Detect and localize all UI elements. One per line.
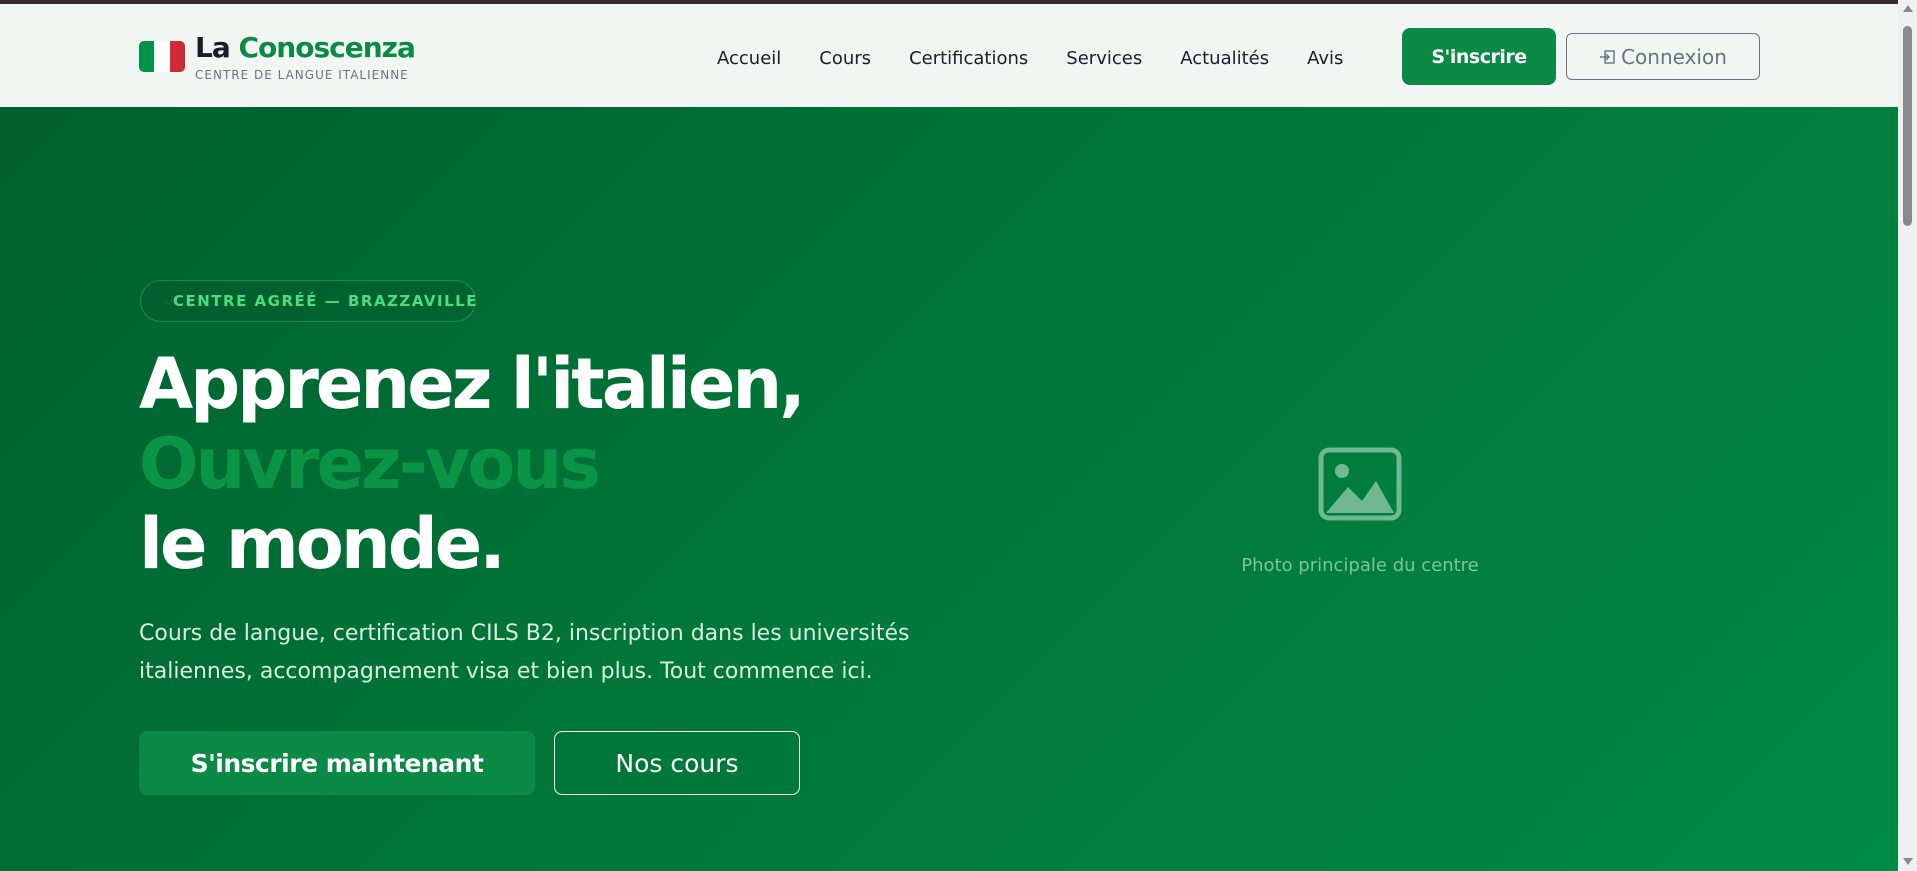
brand-logo[interactable]: La Conoscenza CENTRE DE LANGUE ITALIENNE (139, 30, 416, 82)
nav-item-avis[interactable]: Avis (1307, 47, 1343, 71)
nav-item-cours[interactable]: Cours (819, 47, 871, 71)
badge-label: CENTRE AGRÉÉ — BRAZZAVILLE (173, 292, 478, 310)
signup-now-button[interactable]: S'inscrire maintenant (139, 731, 535, 795)
headline-line-2: Ouvrez-vous (139, 423, 601, 505)
accreditation-badge: CENTRE AGRÉÉ — BRAZZAVILLE (140, 280, 476, 322)
brand-text: La Conoscenza CENTRE DE LANGUE ITALIENNE (195, 30, 416, 82)
photo-caption: Photo principale du centre (1241, 555, 1479, 576)
brand-name-part1: La (195, 31, 231, 64)
brand-name-part2: Conoscenza (238, 31, 416, 64)
brand-name: La Conoscenza (195, 30, 416, 66)
login-icon (1600, 49, 1615, 64)
brand-subtitle: CENTRE DE LANGUE ITALIENNE (195, 68, 409, 82)
nav-item-services[interactable]: Services (1066, 47, 1142, 71)
scroll-up-icon[interactable] (1903, 5, 1913, 12)
main-nav: Accueil Cours Certifications Services Ac… (717, 47, 1381, 71)
scrollbar-thumb[interactable] (1903, 26, 1912, 226)
headline-line-3: le monde. (139, 503, 506, 585)
italy-flag-icon (139, 41, 185, 72)
scroll-down-icon[interactable] (1903, 858, 1913, 865)
login-label: Connexion (1621, 44, 1727, 69)
nav-item-accueil[interactable]: Accueil (717, 47, 781, 71)
hero-section: CENTRE AGRÉÉ — BRAZZAVILLE Apprenez l'it… (0, 107, 1898, 871)
signup-button[interactable]: S'inscrire (1402, 28, 1556, 85)
our-courses-button[interactable]: Nos cours (554, 731, 800, 795)
page-scrollbar[interactable] (1898, 0, 1917, 871)
login-button[interactable]: Connexion (1566, 33, 1760, 80)
site-header: La Conoscenza CENTRE DE LANGUE ITALIENNE… (0, 4, 1898, 107)
hero-lead-text: Cours de langue, certification CILS B2, … (139, 621, 910, 684)
nav-item-certifications[interactable]: Certifications (909, 47, 1028, 71)
nav-item-actualites[interactable]: Actualités (1180, 47, 1269, 71)
image-placeholder-icon (1318, 447, 1402, 521)
headline-line-1: Apprenez l'italien, (139, 343, 806, 425)
hero-headline: Apprenez l'italien, Ouvrez-vous le monde… (139, 343, 806, 585)
hero-photo-placeholder: Photo principale du centre (1160, 447, 1560, 576)
